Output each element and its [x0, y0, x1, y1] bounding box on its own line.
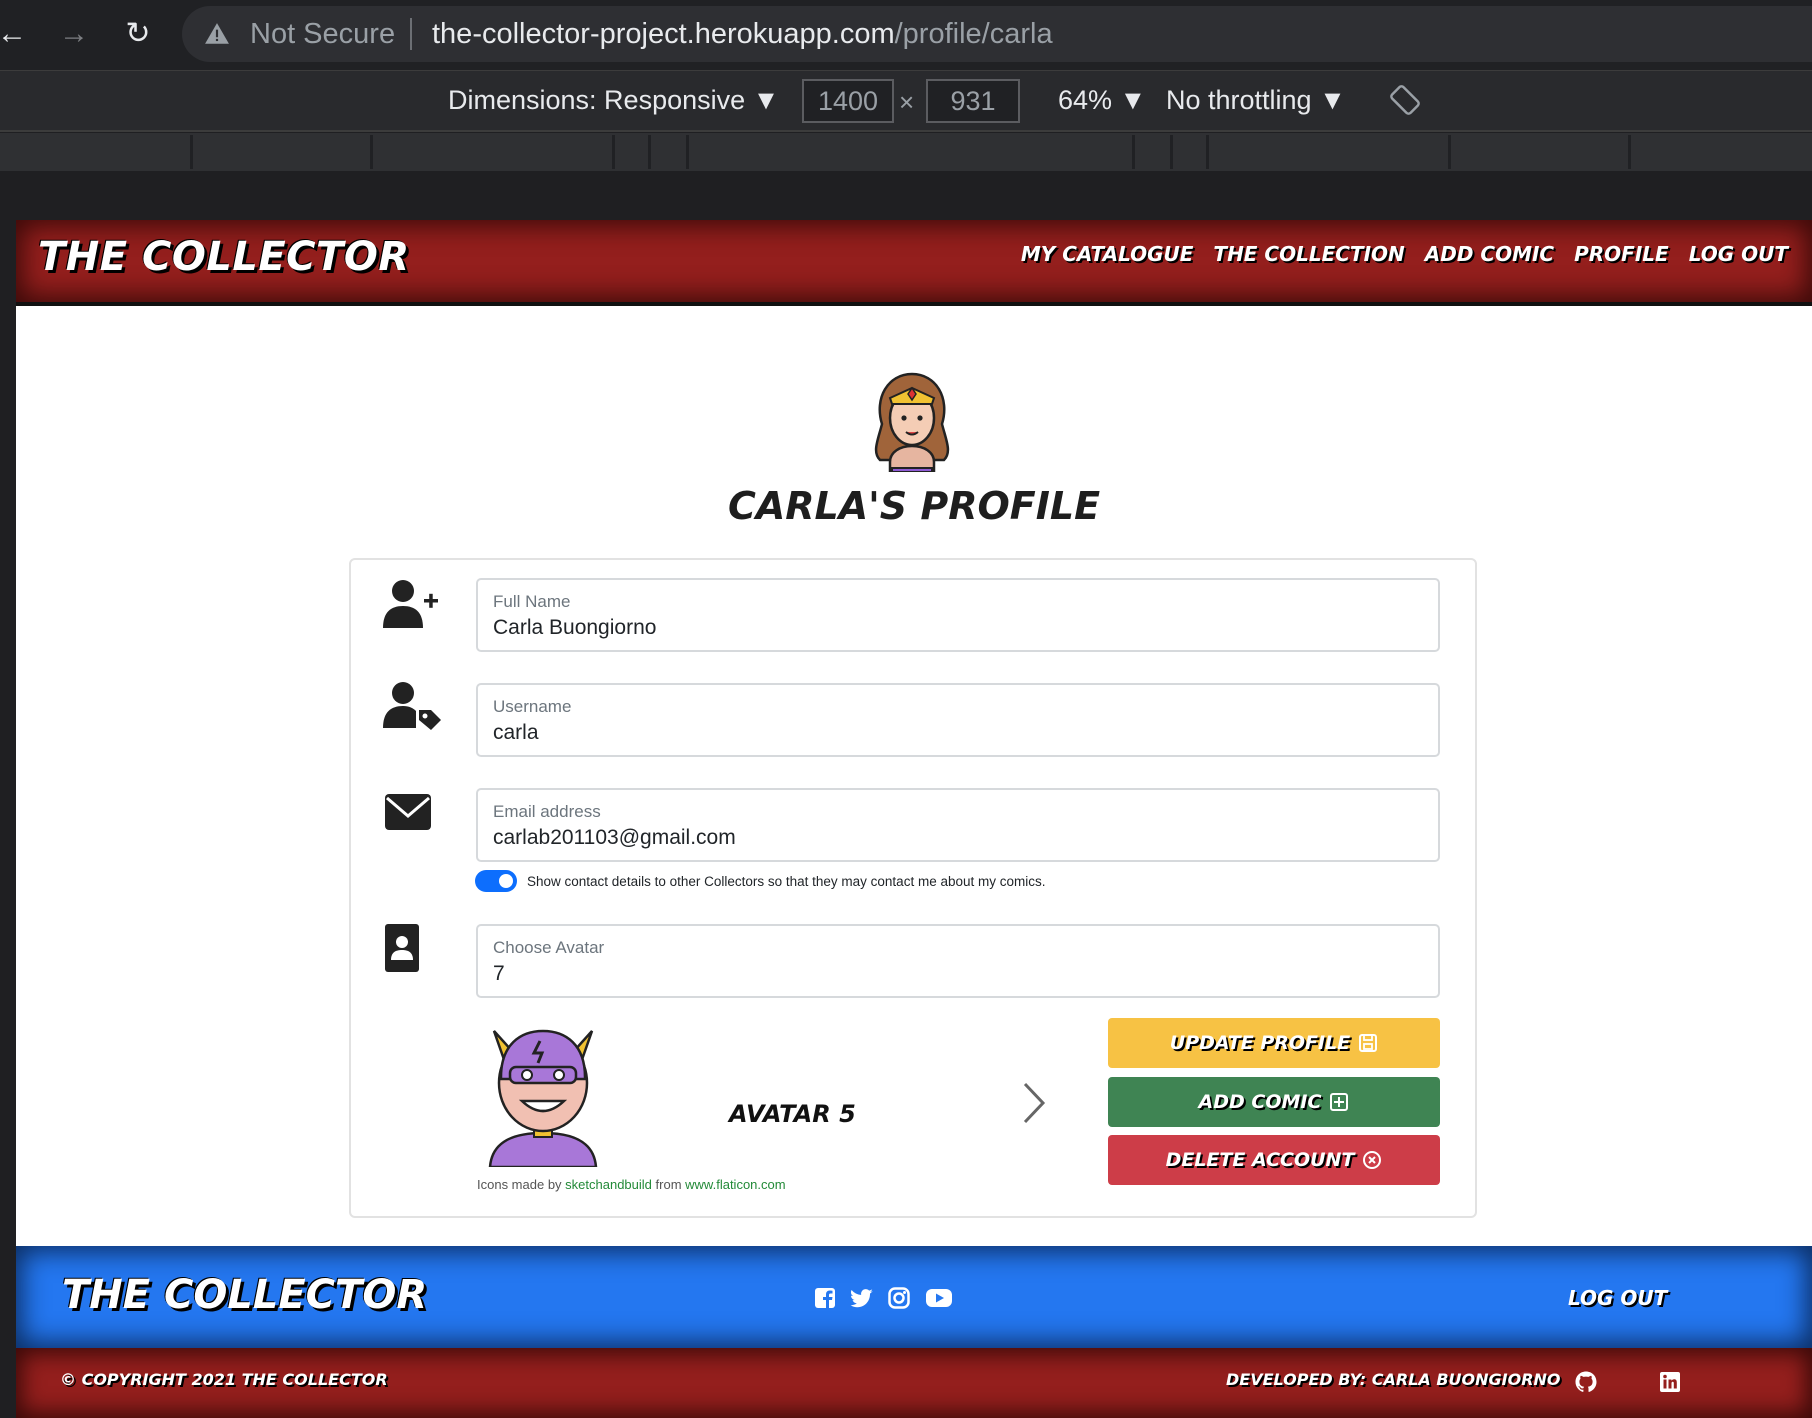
save-icon: [1359, 1034, 1378, 1052]
contact-details-toggle[interactable]: [475, 870, 517, 892]
full-name-label: Full Name: [493, 592, 571, 611]
close-circle-icon: [1363, 1151, 1382, 1169]
ruler-divider: [1170, 135, 1173, 169]
credit-author-link[interactable]: sketchandbuild: [565, 1177, 652, 1192]
linkedin-icon[interactable]: [1658, 1370, 1682, 1394]
brand-logo[interactable]: THE COLLECTOR: [38, 234, 410, 280]
main-nav: MY CATALOGUE THE COLLECTION ADD COMIC PR…: [1021, 242, 1788, 266]
nav-profile[interactable]: PROFILE: [1574, 242, 1669, 266]
ruler-divider: [1448, 135, 1451, 169]
ruler-divider: [648, 135, 651, 169]
copyright-text: © COPYRIGHT 2021 THE COLLECTOR: [60, 1370, 388, 1389]
username-label: Username: [493, 697, 572, 716]
update-profile-label: UPDATE PROFILE: [1169, 1032, 1351, 1054]
contact-card-icon: [385, 924, 419, 972]
back-icon[interactable]: ←: [0, 14, 32, 54]
page-title: CARLA'S PROFILE: [727, 484, 1101, 528]
email-field[interactable]: Email address carlab201103@gmail.com: [476, 788, 1440, 862]
icon-credit: Icons made by sketchandbuild from www.fl…: [477, 1177, 786, 1192]
security-label[interactable]: Not Secure: [250, 18, 395, 51]
email-label: Email address: [493, 802, 601, 821]
facebook-icon[interactable]: [813, 1286, 837, 1310]
ruler-divider: [190, 135, 193, 169]
footer-brand[interactable]: THE COLLECTOR: [62, 1272, 427, 1318]
avatar-value[interactable]: 7: [493, 962, 505, 986]
ruler-divider: [1628, 135, 1631, 169]
site-header: THE COLLECTOR MY CATALOGUE THE COLLECTIO…: [16, 220, 1812, 306]
nav-the-collection[interactable]: THE COLLECTION: [1213, 242, 1404, 266]
full-name-field[interactable]: Full Name Carla Buongiorno: [476, 578, 1440, 652]
avatar-caption: AVATAR 5: [729, 1100, 856, 1128]
delete-account-label: DELETE ACCOUNT: [1165, 1149, 1355, 1171]
nav-add-comic[interactable]: ADD COMIC: [1425, 242, 1554, 266]
rotate-icon[interactable]: [1388, 83, 1422, 117]
credit-site-link[interactable]: www.flaticon.com: [685, 1177, 785, 1192]
site-page: THE COLLECTOR MY CATALOGUE THE COLLECTIO…: [16, 220, 1812, 1418]
footer-bottom-bar: © COPYRIGHT 2021 THE COLLECTOR DEVELOPED…: [16, 1348, 1812, 1418]
profile-avatar-icon: [874, 372, 950, 472]
url-path: /profile/carla: [894, 18, 1053, 50]
email-value[interactable]: carlab201103@gmail.com: [493, 826, 736, 850]
url-host: the-collector-project.herokuapp.com: [432, 18, 895, 50]
device-toolbar: Dimensions: Responsive ▼ 1400 × 931 64% …: [0, 70, 1812, 132]
avatar-select[interactable]: Choose Avatar 7: [476, 924, 1440, 998]
user-plus-icon: [383, 580, 438, 628]
ruler-divider: [686, 135, 689, 169]
forward-icon[interactable]: →: [54, 14, 94, 54]
nav-log-out[interactable]: LOG OUT: [1689, 242, 1788, 266]
url-divider: [410, 18, 412, 50]
developer-credit: DEVELOPED BY: CARLA BUONGIORNO: [1226, 1370, 1561, 1389]
add-comic-label: ADD COMIC: [1198, 1091, 1322, 1113]
contact-details-label: Show contact details to other Collectors…: [527, 874, 1046, 889]
credit-middle: from: [655, 1177, 682, 1192]
plus-square-icon: [1330, 1093, 1349, 1111]
delete-account-button[interactable]: DELETE ACCOUNT: [1108, 1135, 1440, 1185]
address-bar[interactable]: Not Secure the-collector-project.herokua…: [182, 6, 1812, 62]
ruler-divider: [1132, 135, 1135, 169]
chevron-right-icon[interactable]: [1019, 1078, 1049, 1128]
twitter-icon[interactable]: [850, 1286, 874, 1310]
throttling-dropdown[interactable]: No throttling ▼: [1166, 85, 1346, 116]
update-profile-button[interactable]: UPDATE PROFILE: [1108, 1018, 1440, 1068]
user-tag-icon: [383, 682, 441, 730]
youtube-icon[interactable]: [925, 1286, 953, 1310]
dimensions-dropdown[interactable]: Dimensions: Responsive ▼: [448, 85, 779, 116]
height-input[interactable]: 931: [926, 79, 1020, 123]
url-text[interactable]: the-collector-project.herokuapp.com/prof…: [432, 18, 1053, 51]
ruler-divider: [370, 135, 373, 169]
avatar-label: Choose Avatar: [493, 938, 605, 957]
full-name-value[interactable]: Carla Buongiorno: [493, 616, 656, 640]
github-icon[interactable]: [1574, 1370, 1598, 1394]
ruler-divider: [1206, 135, 1209, 169]
username-field[interactable]: Username carla: [476, 683, 1440, 757]
reload-icon[interactable]: ↻: [118, 14, 158, 54]
zoom-dropdown[interactable]: 64% ▼: [1058, 85, 1146, 116]
add-comic-button[interactable]: ADD COMIC: [1108, 1077, 1440, 1127]
profile-form-card: Full Name Carla Buongiorno Username carl…: [349, 558, 1477, 1218]
instagram-icon[interactable]: [887, 1286, 911, 1310]
avatar-preview-image: [488, 1029, 598, 1167]
nav-my-catalogue[interactable]: MY CATALOGUE: [1021, 242, 1194, 266]
browser-toolbar: ← → ↻ Not Secure the-collector-project.h…: [0, 0, 1812, 70]
ruler-divider: [612, 135, 615, 169]
footer-log-out-link[interactable]: LOG OUT: [1568, 1286, 1667, 1310]
site-footer: THE COLLECTOR LOG OUT: [16, 1246, 1812, 1348]
credit-prefix: Icons made by: [477, 1177, 562, 1192]
width-input[interactable]: 1400: [802, 79, 894, 123]
times-icon: ×: [899, 87, 915, 117]
envelope-icon: [385, 794, 431, 830]
warning-icon: [205, 23, 229, 44]
media-query-bar[interactable]: [0, 133, 1812, 171]
username-value[interactable]: carla: [493, 721, 539, 745]
